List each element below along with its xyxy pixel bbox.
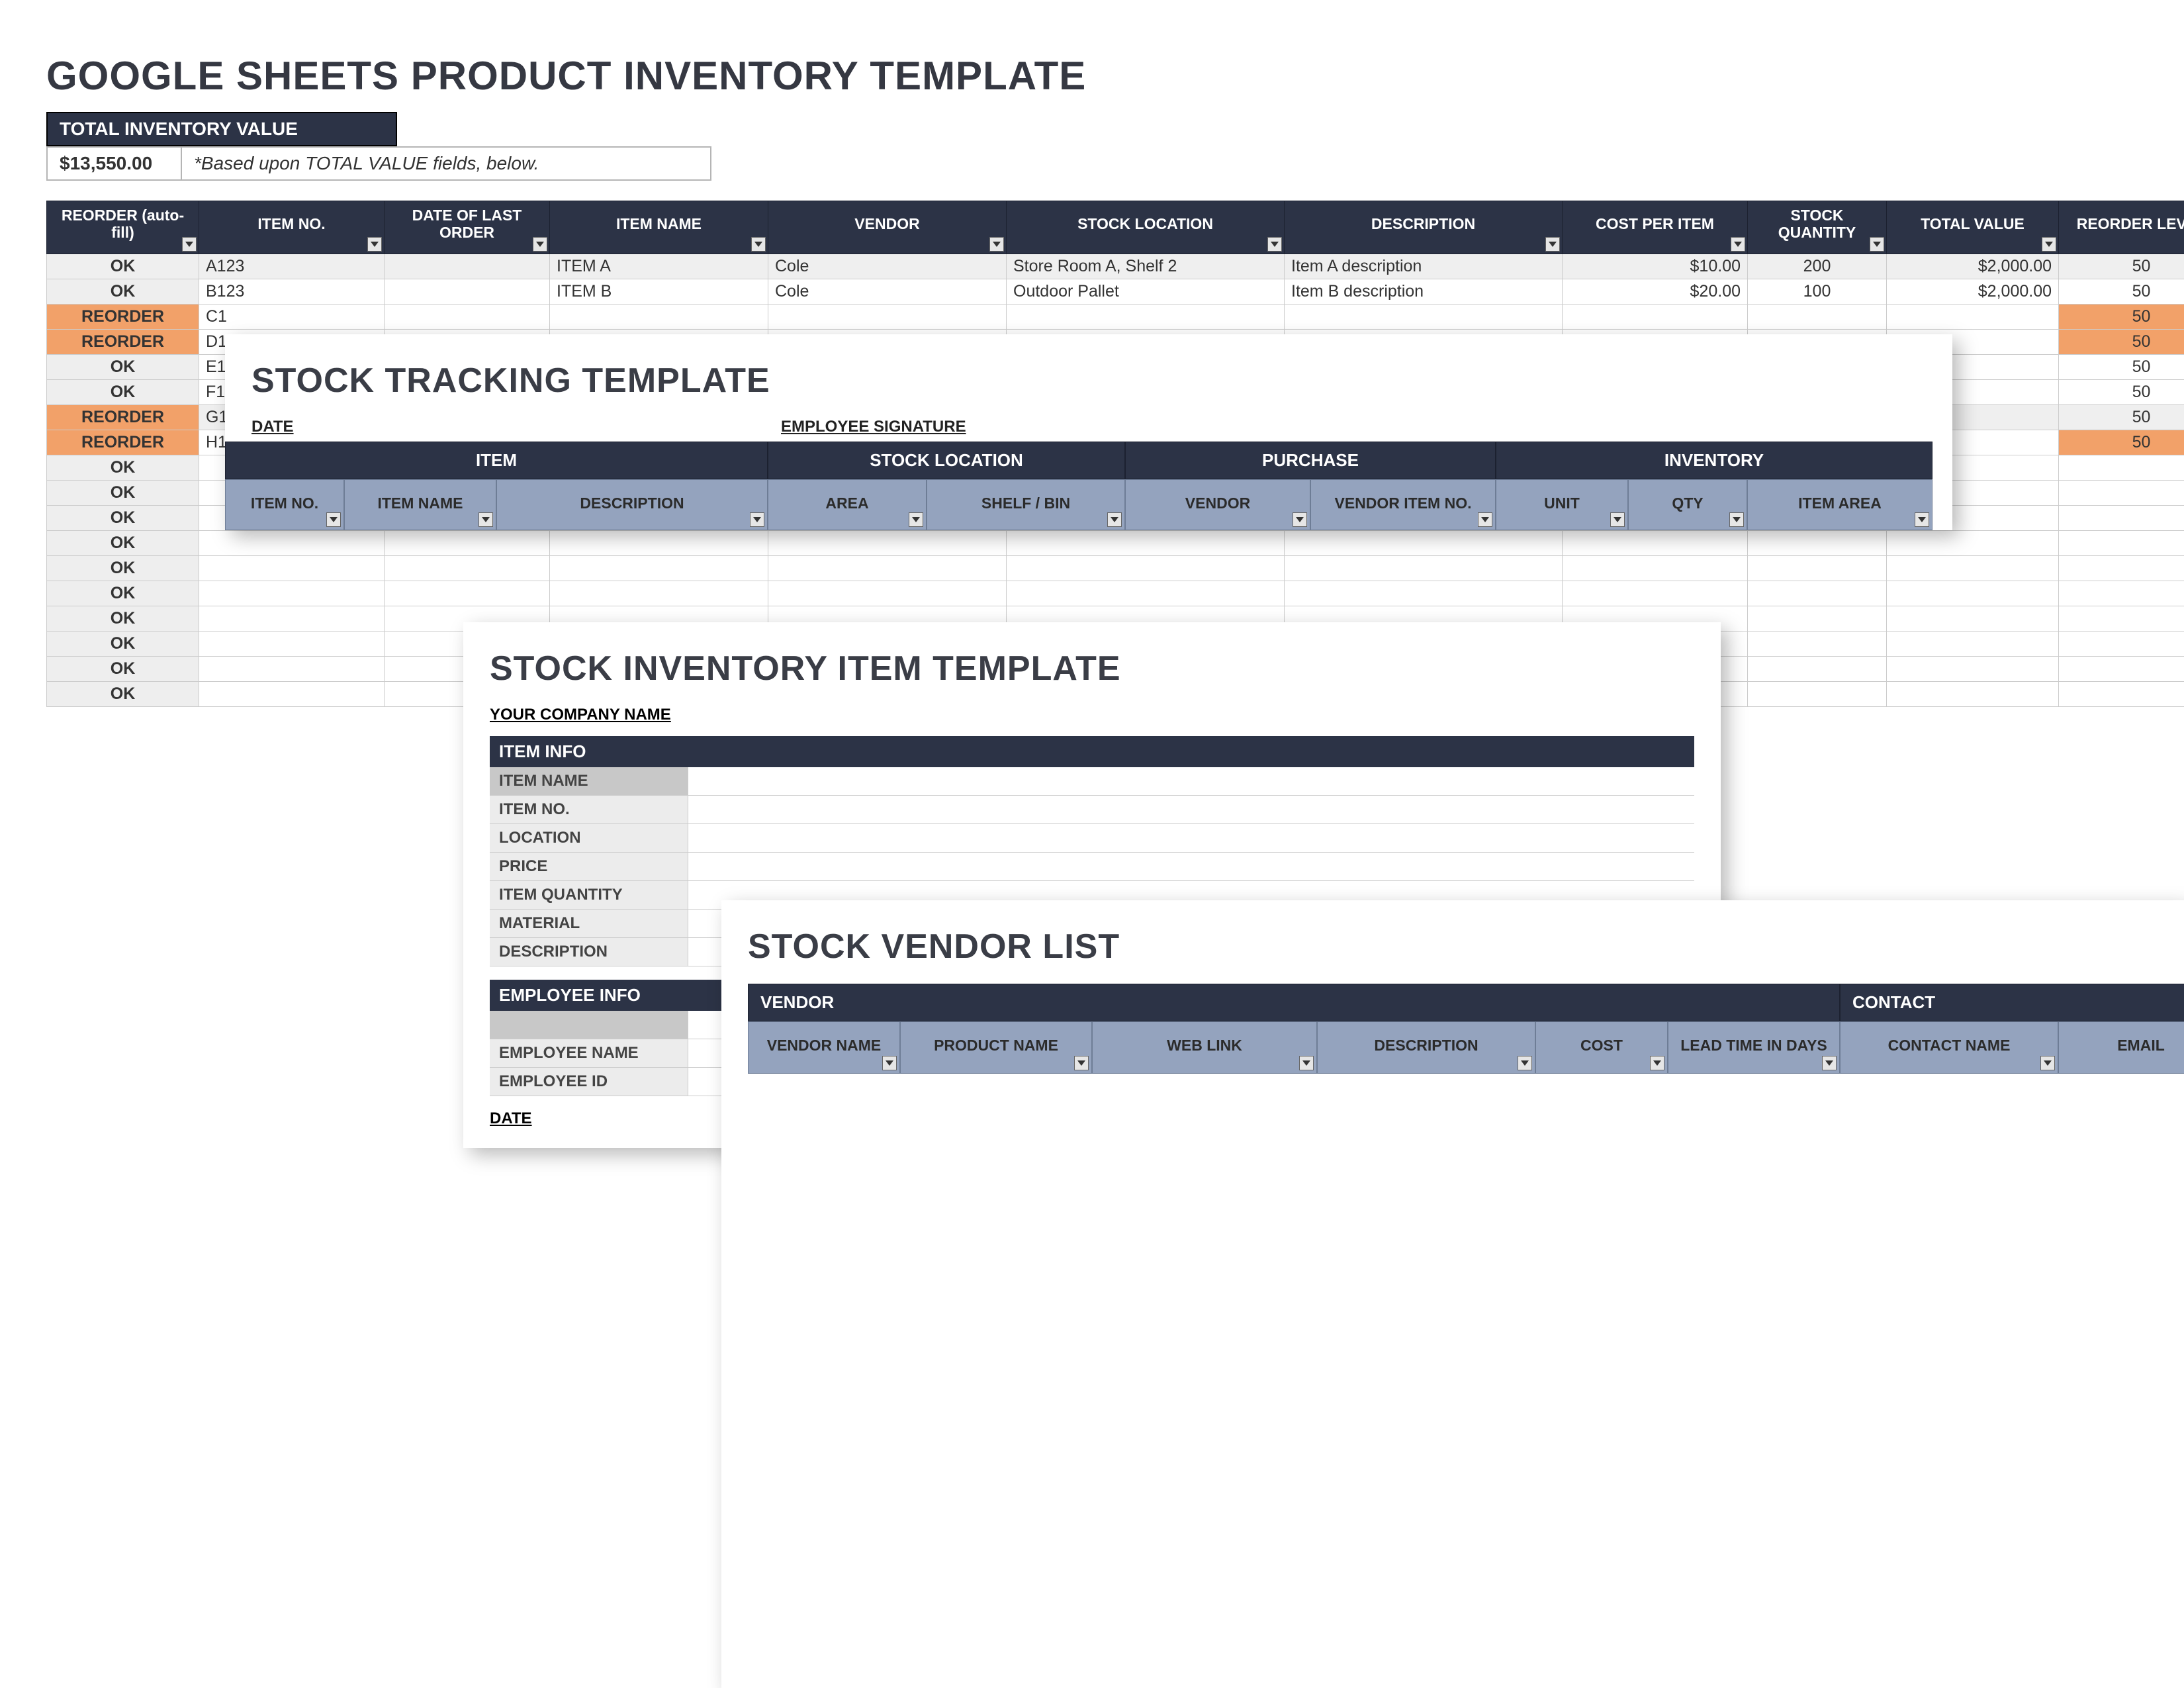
inv-col-1[interactable]: ITEM NO. (199, 201, 385, 254)
employee-field-label: EMPLOYEE NAME (490, 1039, 688, 1067)
tracking-group: PURCHASE (1125, 442, 1496, 479)
item-field-label: LOCATION (490, 824, 688, 852)
table-row[interactable]: OK (47, 530, 2184, 555)
stock-tracking-pane: STOCK TRACKING TEMPLATE DATE EMPLOYEE SI… (225, 334, 1952, 530)
table-row[interactable]: OK (47, 581, 2184, 606)
filter-icon[interactable] (1545, 237, 1560, 252)
filter-icon[interactable] (909, 512, 923, 527)
item-field-label: ITEM QUANTITY (490, 881, 688, 909)
item-field-value[interactable] (688, 853, 1694, 880)
tracking-col[interactable]: QTY (1628, 479, 1747, 530)
filter-icon[interactable] (751, 237, 766, 252)
tracking-group: ITEM (225, 442, 768, 479)
filter-icon[interactable] (478, 512, 493, 527)
stock-item-title: STOCK INVENTORY ITEM TEMPLATE (463, 622, 1721, 706)
table-row[interactable]: OKA123ITEM AColeStore Room A, Shelf 2Ite… (47, 254, 2184, 279)
item-field-value[interactable] (688, 796, 1694, 823)
filter-icon[interactable] (1610, 512, 1625, 527)
filter-icon[interactable] (1729, 512, 1744, 527)
vendor-group: VENDOR (748, 984, 1840, 1021)
company-name-label: YOUR COMPANY NAME (490, 706, 1694, 732)
total-inventory-value-header: TOTAL INVENTORY VALUE (46, 112, 397, 146)
table-row[interactable]: OK (47, 555, 2184, 581)
inv-col-9[interactable]: TOTAL VALUE (1887, 201, 2059, 254)
tracking-col[interactable]: ITEM AREA (1747, 479, 1933, 530)
filter-icon[interactable] (533, 237, 547, 252)
filter-icon[interactable] (1822, 1056, 1837, 1070)
tracking-col[interactable]: VENDOR ITEM NO. (1310, 479, 1496, 530)
vendor-col[interactable]: CONTACT NAME (1840, 1021, 2058, 1074)
vendor-col[interactable]: LEAD TIME IN DAYS (1668, 1021, 1840, 1074)
employee-info-blank (490, 1011, 688, 1039)
filter-icon[interactable] (1915, 512, 1929, 527)
filter-icon[interactable] (2040, 1056, 2055, 1070)
filter-icon[interactable] (2042, 237, 2056, 252)
tracking-group: STOCK LOCATION (768, 442, 1125, 479)
item-field-value[interactable] (688, 824, 1694, 852)
employee-field-label: EMPLOYEE ID (490, 1068, 688, 1096)
item-field-label: ITEM NO. (490, 796, 688, 823)
vendor-col[interactable]: PRODUCT NAME (900, 1021, 1092, 1074)
table-row[interactable]: OKB123ITEM BColeOutdoor PalletItem B des… (47, 279, 2184, 304)
table-row[interactable]: REORDERC1502 (47, 304, 2184, 329)
filter-icon[interactable] (1518, 1056, 1532, 1070)
date-label: DATE (251, 418, 781, 436)
vendor-col[interactable]: VENDOR NAME (748, 1021, 900, 1074)
filter-icon[interactable] (1478, 512, 1492, 527)
filter-icon[interactable] (989, 237, 1004, 252)
inv-col-5[interactable]: STOCK LOCATION (1007, 201, 1285, 254)
tracking-col[interactable]: SHELF / BIN (927, 479, 1125, 530)
filter-icon[interactable] (1107, 512, 1122, 527)
filter-icon[interactable] (1267, 237, 1282, 252)
stock-tracking-title: STOCK TRACKING TEMPLATE (225, 334, 1952, 418)
item-field-label: DESCRIPTION (490, 938, 688, 966)
stock-vendor-title: STOCK VENDOR LIST (721, 900, 2184, 984)
filter-icon[interactable] (1074, 1056, 1089, 1070)
total-inventory-value: $13,550.00 (46, 146, 182, 181)
page-title: GOOGLE SHEETS PRODUCT INVENTORY TEMPLATE (46, 46, 2184, 112)
filter-icon[interactable] (1731, 237, 1745, 252)
filter-icon[interactable] (1299, 1056, 1314, 1070)
vendor-col[interactable]: DESCRIPTION (1317, 1021, 1535, 1074)
filter-icon[interactable] (1870, 237, 1884, 252)
stock-vendor-pane: STOCK VENDOR LIST VENDORCONTACT VENDOR N… (721, 900, 2184, 1688)
inv-col-0[interactable]: REORDER (auto-fill) (47, 201, 199, 254)
tracking-col[interactable]: ITEM NAME (344, 479, 496, 530)
vendor-group: CONTACT (1840, 984, 2184, 1021)
vendor-col[interactable]: COST (1535, 1021, 1668, 1074)
inv-col-10[interactable]: REORDER LEVEL (2059, 201, 2184, 254)
inv-col-7[interactable]: COST PER ITEM (1563, 201, 1748, 254)
inv-col-3[interactable]: ITEM NAME (550, 201, 768, 254)
filter-icon[interactable] (367, 237, 382, 252)
filter-icon[interactable] (1650, 1056, 1664, 1070)
filter-icon[interactable] (326, 512, 341, 527)
tracking-col[interactable]: DESCRIPTION (496, 479, 768, 530)
tracking-col[interactable]: UNIT (1496, 479, 1628, 530)
tracking-group: INVENTORY (1496, 442, 1933, 479)
tracking-col[interactable]: VENDOR (1125, 479, 1310, 530)
inv-col-4[interactable]: VENDOR (768, 201, 1007, 254)
vendor-col[interactable]: EMAIL (2058, 1021, 2184, 1074)
filter-icon[interactable] (1293, 512, 1307, 527)
item-field-value[interactable] (688, 767, 1694, 795)
employee-signature-label: EMPLOYEE SIGNATURE (781, 418, 966, 436)
inv-col-2[interactable]: DATE OF LAST ORDER (385, 201, 550, 254)
filter-icon[interactable] (182, 237, 197, 252)
filter-icon[interactable] (882, 1056, 897, 1070)
item-field-label: PRICE (490, 853, 688, 880)
inv-col-8[interactable]: STOCK QUANTITY (1748, 201, 1887, 254)
inv-col-6[interactable]: DESCRIPTION (1285, 201, 1563, 254)
vendor-col[interactable]: WEB LINK (1092, 1021, 1317, 1074)
tracking-col[interactable]: ITEM NO. (225, 479, 344, 530)
tracking-col[interactable]: AREA (768, 479, 927, 530)
total-inventory-value-note: *Based upon TOTAL VALUE fields, below. (182, 146, 711, 181)
filter-icon[interactable] (750, 512, 764, 527)
item-field-label: ITEM NAME (490, 767, 688, 795)
item-field-label: MATERIAL (490, 910, 688, 937)
item-info-header: ITEM INFO (490, 736, 1694, 767)
